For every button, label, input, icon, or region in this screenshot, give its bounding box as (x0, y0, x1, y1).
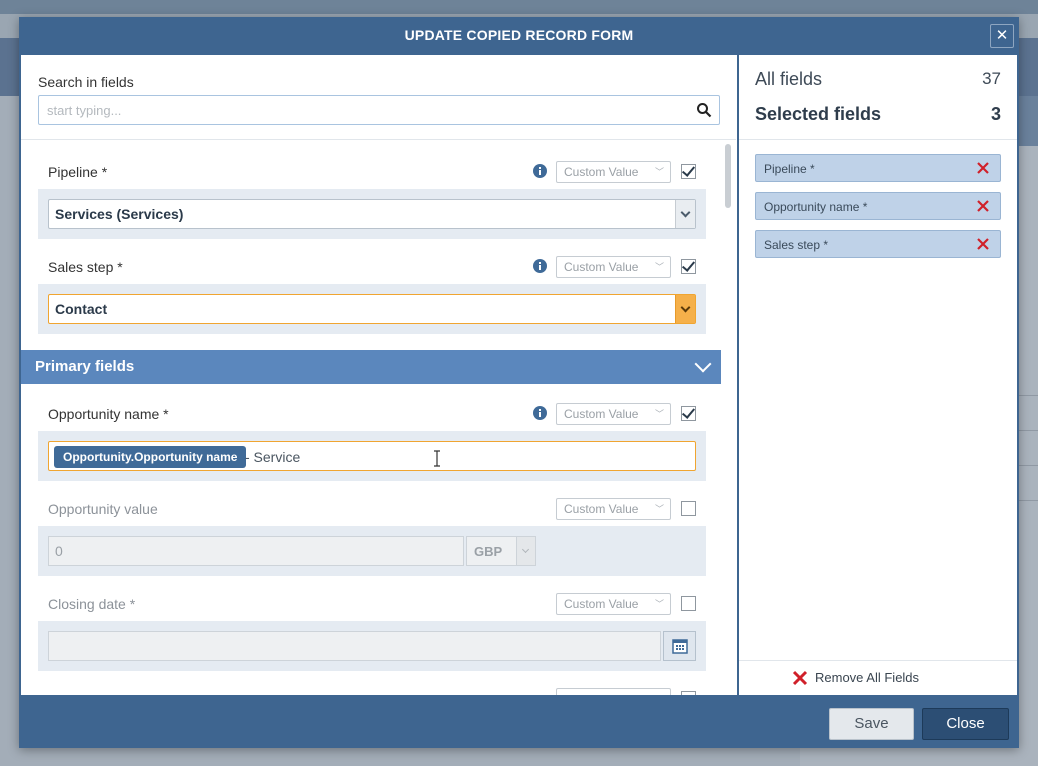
all-fields-summary: All fields 37 (755, 69, 1001, 90)
fields-scroll-area[interactable]: Pipeline * Custom Value ﹀ Services (Servi… (21, 140, 736, 695)
background-divider (1018, 465, 1038, 466)
info-icon[interactable] (532, 258, 548, 274)
close-button[interactable]: Close (922, 708, 1009, 740)
chip-label: Opportunity name * (764, 200, 868, 214)
background-divider (1018, 500, 1038, 501)
value-mode-select[interactable]: Custom Value ﹀ (556, 498, 671, 520)
divider (739, 139, 1017, 140)
remove-icon[interactable] (975, 198, 991, 214)
remove-icon[interactable] (975, 160, 991, 176)
field-label: Pipeline * (48, 164, 108, 180)
chevron-down-icon: ﹀ (654, 262, 664, 272)
modal-footer: Save Close (19, 695, 1019, 748)
selected-field-chip: Sales step * (755, 230, 1001, 258)
value-mode-select[interactable]: Custom Value ﹀ (556, 403, 671, 425)
dropdown-value: Contact (55, 301, 108, 317)
fields-form-pane: Search in fields Pipeline * Custom Value… (21, 55, 736, 695)
field-label: Opportunity value (48, 501, 158, 517)
chevron-down-icon (516, 537, 535, 565)
field-pipeline: Pipeline * Custom Value ﹀ Services (Servi… (38, 154, 706, 239)
selected-fields-label: Selected fields (755, 104, 882, 124)
field-sales-step: Sales step * Custom Value ﹀ Contact (38, 249, 706, 334)
info-icon[interactable] (532, 163, 548, 179)
background-right-band (1018, 96, 1038, 146)
remove-icon[interactable] (975, 236, 991, 252)
text-cursor-icon (434, 450, 440, 467)
dropdown-value: Services (Services) (55, 206, 184, 222)
modal-title: UPDATE COPIED RECORD FORM (404, 27, 634, 43)
background-divider (1018, 395, 1038, 396)
save-button[interactable]: Save (829, 708, 914, 740)
remove-icon (792, 670, 808, 686)
background-divider (1018, 430, 1038, 431)
field-header: Opportunity value Custom Value ﹀ (38, 491, 706, 526)
remove-all-fields-button[interactable]: Remove All Fields (739, 660, 1017, 695)
primary-fields-section-header[interactable]: Primary fields (21, 350, 721, 384)
value-mode-select[interactable]: Custom Value ﹀ (556, 593, 671, 615)
modal-body: Search in fields Pipeline * Custom Value… (21, 55, 1017, 695)
chevron-down-icon[interactable] (694, 355, 712, 373)
value-mode-select[interactable]: Custom Value ﹀ (556, 161, 671, 183)
search-box[interactable] (38, 95, 720, 125)
opportunity-name-input[interactable]: Opportunity.Opportunity name - Service (48, 441, 696, 471)
include-checkbox[interactable] (681, 259, 696, 274)
chip-label: Pipeline * (764, 162, 815, 176)
section-title: Primary fields (35, 358, 135, 375)
input-text-suffix: - Service (245, 449, 301, 465)
closing-date-input (48, 631, 661, 661)
field-header: Closing date * Custom Value ﹀ (38, 586, 706, 621)
chevron-down-icon: ﹀ (654, 167, 664, 177)
chip-label: Sales step * (764, 238, 829, 252)
calendar-button[interactable] (663, 631, 696, 661)
field-label: Closing date * (48, 596, 136, 612)
selected-field-chip: Pipeline * (755, 154, 1001, 182)
sales-step-dropdown[interactable]: Contact (48, 294, 696, 324)
field-opportunity-name: Opportunity name * Custom Value ﹀ Opportu… (38, 396, 706, 481)
field-header: Pipeline * Custom Value ﹀ (38, 154, 706, 189)
merge-field-token[interactable]: Opportunity.Opportunity name (54, 446, 247, 468)
include-checkbox[interactable] (681, 164, 696, 179)
selected-fields-pane: All fields 37 Selected fields 3 Pipeline… (737, 55, 1017, 695)
search-label: Search in fields (38, 74, 134, 90)
chevron-down-icon: ﹀ (654, 599, 664, 609)
all-fields-label: All fields (755, 69, 823, 89)
chevron-down-icon[interactable] (675, 200, 695, 228)
all-fields-count: 37 (982, 69, 1001, 88)
field-next-partial (38, 681, 706, 695)
currency-select: GBP (466, 536, 536, 566)
opportunity-value-input: 0 (48, 536, 464, 566)
field-header (38, 681, 706, 695)
remove-all-label[interactable]: Remove All Fields (792, 670, 919, 686)
search-icon[interactable] (696, 102, 712, 118)
field-label: Sales step * (48, 259, 123, 275)
info-icon[interactable] (532, 405, 548, 421)
calendar-icon (672, 639, 688, 654)
currency-value: GBP (474, 544, 503, 559)
pipeline-dropdown[interactable]: Services (Services) (48, 199, 696, 229)
close-icon: ✕ (995, 27, 1009, 44)
include-checkbox[interactable] (681, 596, 696, 611)
field-closing-date: Closing date * Custom Value ﹀ (38, 586, 706, 671)
modal-close-button[interactable]: ✕ (990, 24, 1014, 48)
scrollbar-thumb[interactable] (725, 144, 731, 208)
search-input[interactable] (39, 96, 679, 124)
value-mode-select[interactable] (556, 688, 671, 695)
chevron-down-icon: ﹀ (654, 409, 664, 419)
include-checkbox[interactable] (681, 501, 696, 516)
value-mode-select[interactable]: Custom Value ﹀ (556, 256, 671, 278)
selected-fields-count: 3 (990, 104, 1001, 124)
selected-field-chip: Opportunity name * (755, 192, 1001, 220)
field-label: Opportunity name * (48, 406, 169, 422)
include-checkbox[interactable] (681, 406, 696, 421)
update-copied-record-modal: UPDATE COPIED RECORD FORM ✕ Search in fi… (19, 17, 1019, 748)
field-opportunity-value: Opportunity value Custom Value ﹀ 0 GBP (38, 491, 706, 576)
chevron-down-icon: ﹀ (654, 504, 664, 514)
field-header: Opportunity name * Custom Value ﹀ (38, 396, 706, 431)
field-header: Sales step * Custom Value ﹀ (38, 249, 706, 284)
chevron-down-icon[interactable] (675, 295, 695, 323)
background-topbar (0, 0, 1038, 14)
selected-fields-summary: Selected fields 3 (755, 104, 1001, 125)
